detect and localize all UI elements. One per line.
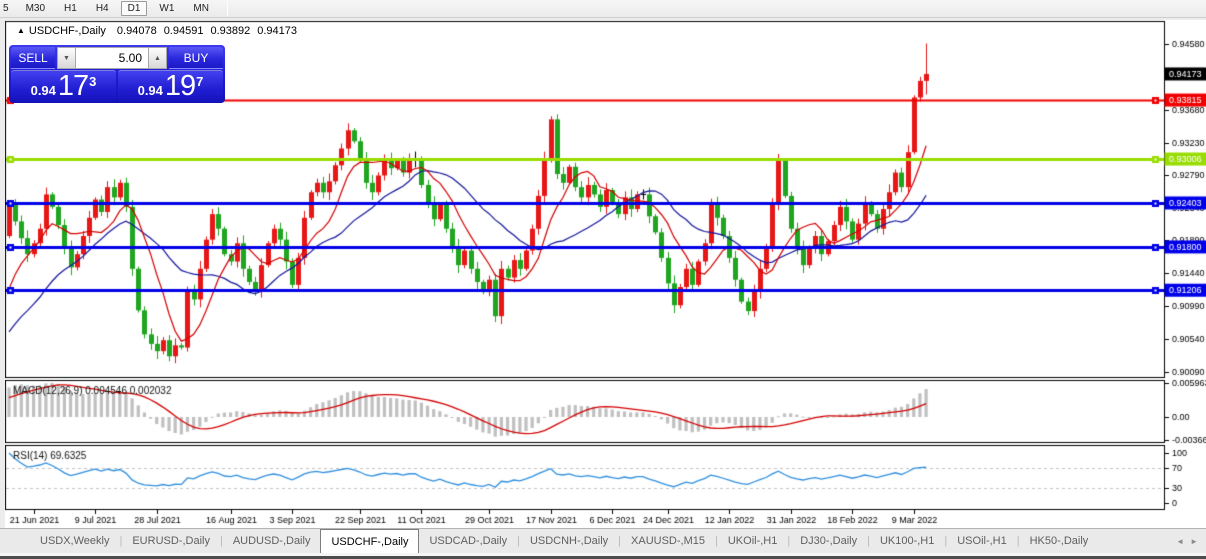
- chart-symbol-label: USDCHF-,Daily: [29, 25, 106, 37]
- timeframe-toolbar: 5 M30 H1 H4 D1 W1 MN: [0, 0, 1206, 18]
- buy-price-button[interactable]: 0.94 19 7: [118, 70, 223, 102]
- buy-price-figure: 0.94: [138, 81, 163, 101]
- buy-button[interactable]: BUY: [169, 47, 223, 69]
- tab-hk50-daily[interactable]: HK50-,Daily: [1020, 529, 1099, 553]
- volume-input[interactable]: [76, 47, 148, 69]
- toolbar-separator: [227, 2, 228, 16]
- ohlc-low: 0.93892: [210, 25, 250, 37]
- tab-eurusd-daily[interactable]: EURUSD-,Daily: [122, 529, 220, 553]
- timeframe-m5-button[interactable]: 5: [0, 1, 16, 16]
- tab-ukoil-h1[interactable]: UKOil-,H1: [718, 529, 788, 553]
- sell-button[interactable]: SELL: [11, 47, 55, 69]
- ohlc-close: 0.94173: [257, 25, 297, 37]
- timeframe-h1-button[interactable]: H1: [57, 1, 84, 16]
- tab-bar-spacer: [0, 529, 30, 553]
- ohlc-open: 0.94078: [117, 25, 157, 37]
- chart-title: ▲ USDCHF-,Daily 0.94078 0.94591 0.93892 …: [17, 25, 297, 37]
- tab-uk100-h1[interactable]: UK100-,H1: [870, 529, 944, 553]
- tab-usdx-weekly[interactable]: USDX,Weekly: [30, 529, 119, 553]
- tab-scroll-arrows: ◄ ►: [1168, 529, 1206, 553]
- symbol-tab-bar: USDX,Weekly| EURUSD-,Daily| AUDUSD-,Dail…: [0, 528, 1206, 553]
- tab-audusd-daily[interactable]: AUDUSD-,Daily: [223, 529, 321, 553]
- one-click-trade-panel: SELL ▼ ▲ BUY 0.94 17 3 0.94 19 7: [9, 45, 225, 103]
- sell-price-button[interactable]: 0.94 17 3: [11, 70, 116, 102]
- buy-price-pips: 19: [165, 72, 195, 101]
- tab-xauusd-m15[interactable]: XAUUSD-,M15: [621, 529, 715, 553]
- timeframe-d1-button[interactable]: D1: [121, 1, 148, 16]
- tab-usdchf-daily[interactable]: USDCHF-,Daily: [320, 529, 419, 553]
- tab-usdcad-daily[interactable]: USDCAD-,Daily: [419, 529, 517, 553]
- tab-usoil-h1[interactable]: USOil-,H1: [947, 529, 1017, 553]
- volume-decrease-icon[interactable]: ▼: [57, 47, 76, 69]
- timeframe-h4-button[interactable]: H4: [89, 1, 116, 16]
- tab-dj30-daily[interactable]: DJ30-,Daily: [790, 529, 867, 553]
- ohlc-high: 0.94591: [164, 25, 204, 37]
- timeframe-m30-button[interactable]: M30: [19, 1, 52, 16]
- volume-increase-icon[interactable]: ▲: [148, 47, 167, 69]
- tab-scroll-right-icon[interactable]: ►: [1190, 537, 1198, 546]
- volume-stepper: ▼ ▲: [57, 47, 167, 69]
- timeframe-w1-button[interactable]: W1: [152, 1, 181, 16]
- tab-usdcnh-daily[interactable]: USDCNH-,Daily: [520, 529, 618, 553]
- buy-price-point: 7: [196, 74, 203, 89]
- sell-price-pips: 17: [58, 72, 88, 101]
- chart-window: ▲ USDCHF-,Daily 0.94078 0.94591 0.93892 …: [5, 20, 1206, 528]
- timeframe-mn-button[interactable]: MN: [186, 1, 216, 16]
- sell-price-figure: 0.94: [31, 81, 56, 101]
- mt4-chart-screen: 5 M30 H1 H4 D1 W1 MN ▲ USDCHF-,Daily 0.9…: [0, 0, 1206, 559]
- sell-price-point: 3: [89, 74, 96, 89]
- tab-scroll-left-icon[interactable]: ◄: [1176, 537, 1184, 546]
- symbol-triangle-icon: ▲: [17, 26, 25, 35]
